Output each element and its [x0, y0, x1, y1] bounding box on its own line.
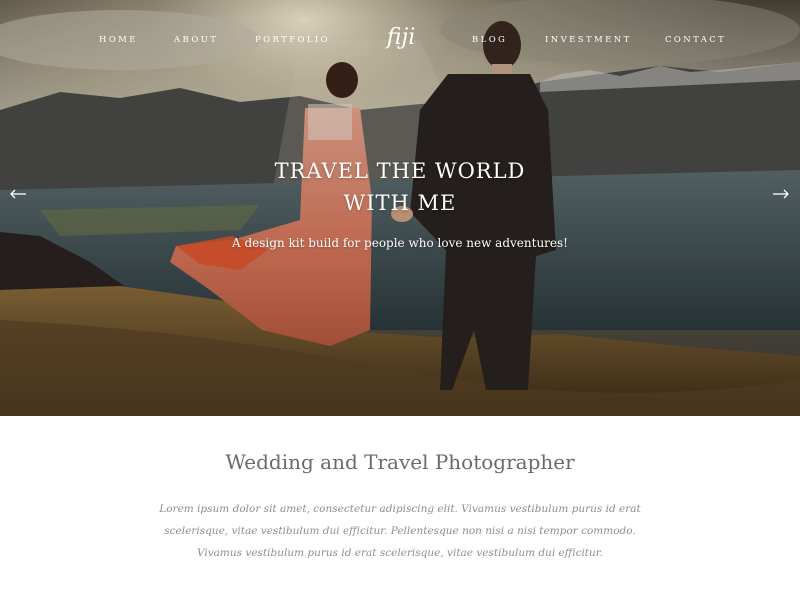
nav-home[interactable]: HOME: [99, 35, 138, 45]
main-nav: HOME ABOUT PORTFOLIO fiji BLOG INVESTMEN…: [0, 0, 800, 80]
arrow-left-icon: [10, 189, 26, 199]
nav-contact[interactable]: CONTACT: [665, 35, 726, 45]
nav-portfolio[interactable]: PORTFOLIO: [255, 35, 330, 45]
prev-slide-button[interactable]: [8, 184, 28, 204]
hero-title-line1: TRAVEL THE WORLD: [274, 159, 526, 183]
nav-about[interactable]: ABOUT: [174, 35, 218, 45]
section-heading: Wedding and Travel Photographer: [225, 450, 575, 474]
arrow-right-icon: [773, 189, 789, 199]
nav-blog[interactable]: BLOG: [472, 35, 507, 45]
intro-section: Wedding and Travel Photographer Lorem ip…: [0, 416, 800, 600]
site-logo[interactable]: fiji: [380, 26, 422, 50]
hero-title: TRAVEL THE WORLD WITH ME: [200, 155, 600, 219]
hero-title-line2: WITH ME: [343, 191, 457, 215]
next-slide-button[interactable]: [771, 184, 791, 204]
nav-investment[interactable]: INVESTMENT: [545, 35, 632, 45]
section-body-text: Lorem ipsum dolor sit amet, consectetur …: [159, 503, 641, 559]
hero-subtitle: A design kit build for people who love n…: [232, 236, 568, 250]
hero-section: HOME ABOUT PORTFOLIO fiji BLOG INVESTMEN…: [0, 0, 800, 416]
